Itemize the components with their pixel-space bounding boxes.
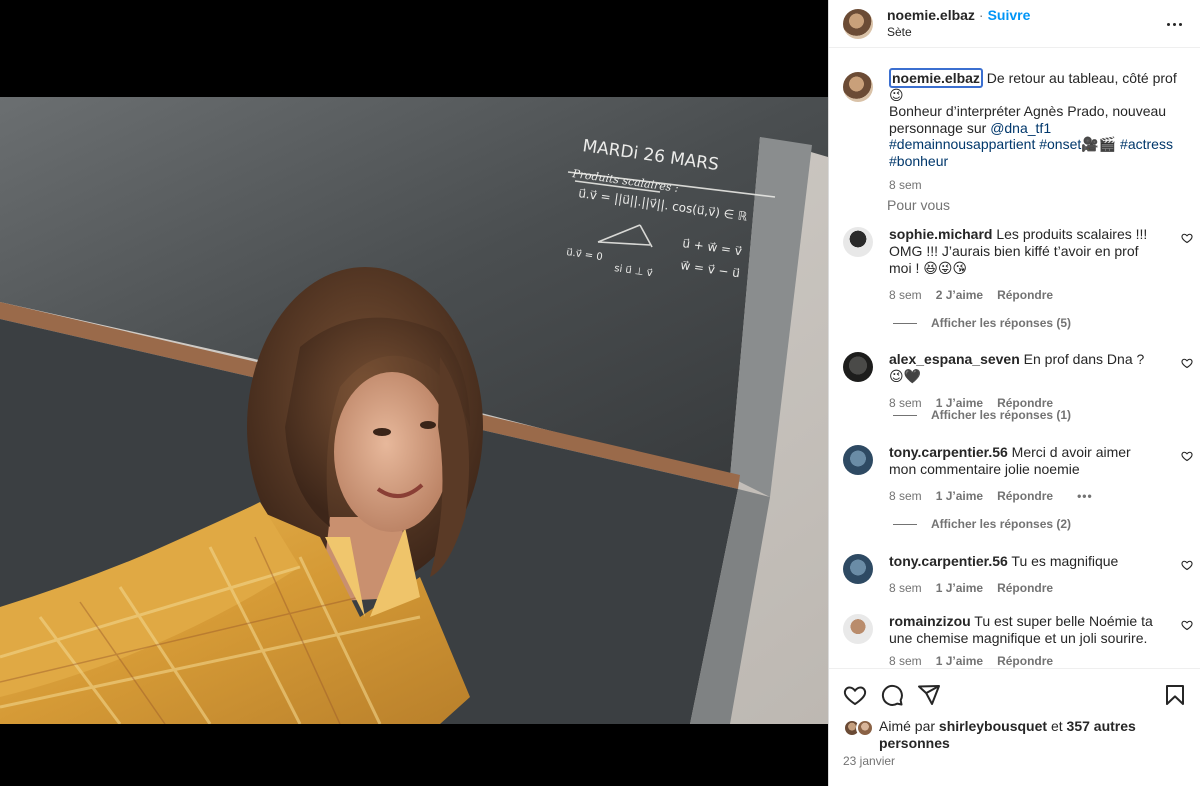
likers-avatars[interactable] (843, 719, 877, 739)
post-date[interactable]: 23 janvier (843, 754, 895, 768)
view-replies-label: Afficher les réponses (5) (931, 316, 1072, 330)
post-location[interactable]: Sète (887, 24, 1030, 40)
post-sidebar: noemie.elbaz · Suivre Sète noemie.elbaz De… (828, 0, 1200, 786)
more-options-icon[interactable] (1164, 14, 1184, 34)
like-comment-icon[interactable] (1181, 357, 1193, 369)
post-actions (829, 668, 1200, 716)
comment-likes[interactable]: 1 J’aime (936, 488, 983, 505)
comment-likes[interactable]: 2 J’aime (936, 287, 983, 304)
caption-avatar[interactable] (843, 72, 873, 102)
author-username[interactable]: noemie.elbaz (887, 7, 975, 23)
selfie-chalkboard-image: MARDi 26 MARS Produits scalaires : u⃗.v⃗… (0, 97, 828, 724)
likes-summary: Aimé par shirleybousquet et 357 autres p… (843, 718, 1188, 752)
section-label: Pour vous (887, 197, 951, 213)
comment: tony.carpentier.56 Tu es magnifique 8 se… (843, 553, 1193, 597)
comment-likes[interactable]: 1 J’aime (936, 580, 983, 597)
comment: tony.carpentier.56 Merci d avoir aimer m… (843, 444, 1193, 505)
likes-prefix: Aimé par (879, 718, 939, 734)
author-avatar[interactable] (843, 8, 873, 39)
likes-middle: et (1047, 718, 1067, 734)
header-separator: · (978, 7, 984, 23)
caption-text: noemie.elbaz De retour au tableau, côté … (889, 68, 1179, 169)
commenter-avatar[interactable] (843, 614, 873, 644)
like-comment-icon[interactable] (1181, 619, 1193, 631)
share-icon[interactable] (917, 683, 941, 707)
post-header: noemie.elbaz · Suivre Sète (829, 0, 1200, 48)
comment-username[interactable]: tony.carpentier.56 (889, 444, 1008, 460)
mention-link[interactable]: @dna_tf1 (990, 120, 1051, 136)
reply-button[interactable]: Répondre (997, 488, 1053, 505)
liker-username[interactable]: shirleybousquet (939, 718, 1047, 734)
comment-username[interactable]: romainzizou (889, 613, 971, 629)
comment-age: 8 sem (889, 581, 922, 595)
comment: romainzizou Tu est super belle Noémie ta… (843, 613, 1193, 670)
comment-age: 8 sem (889, 288, 922, 302)
commenter-avatar[interactable] (843, 352, 873, 382)
comment-username[interactable]: alex_espana_seven (889, 351, 1020, 367)
instagram-post-modal: MARDi 26 MARS Produits scalaires : u⃗.v⃗… (0, 0, 1200, 786)
comment: alex_espana_seven En prof dans Dna ? 😉🖤 … (843, 351, 1193, 412)
author-info: noemie.elbaz · Suivre Sète (887, 7, 1030, 40)
caption-emojis: 🎥🎬 (1081, 136, 1117, 152)
post-media: MARDi 26 MARS Produits scalaires : u⃗.v⃗… (0, 0, 828, 786)
caption-age: 8 sem (889, 178, 922, 192)
reply-button[interactable]: Répondre (997, 580, 1053, 597)
view-replies-button[interactable]: Afficher les réponses (2) (893, 517, 1071, 531)
hashtag-link[interactable]: #demainnousappartient (889, 136, 1035, 152)
comment: sophie.michard Les produits scalaires !!… (843, 226, 1193, 304)
comment-username[interactable]: sophie.michard (889, 226, 992, 242)
hashtag-link[interactable]: #bonheur (889, 153, 948, 169)
view-replies-button[interactable]: Afficher les réponses (1) (893, 408, 1071, 422)
follow-button[interactable]: Suivre (988, 7, 1031, 23)
commenter-avatar[interactable] (843, 445, 873, 475)
commenter-avatar[interactable] (843, 554, 873, 584)
comment-icon[interactable] (880, 683, 904, 707)
view-replies-button[interactable]: Afficher les réponses (5) (893, 316, 1071, 330)
view-replies-label: Afficher les réponses (2) (931, 517, 1072, 531)
comment-text: Tu es magnifique (1007, 553, 1119, 569)
comment-age: 8 sem (889, 489, 922, 503)
like-comment-icon[interactable] (1181, 559, 1193, 571)
comment-username[interactable]: tony.carpentier.56 (889, 553, 1008, 569)
hashtag-link[interactable]: #onset (1039, 136, 1081, 152)
reply-button[interactable]: Répondre (997, 287, 1053, 304)
view-replies-label: Afficher les réponses (1) (931, 408, 1072, 422)
like-comment-icon[interactable] (1181, 232, 1193, 244)
post-photo[interactable]: MARDi 26 MARS Produits scalaires : u⃗.v⃗… (0, 97, 828, 724)
commenter-avatar[interactable] (843, 227, 873, 257)
caption-username[interactable]: noemie.elbaz (889, 68, 983, 88)
save-icon[interactable] (1163, 683, 1187, 707)
comment-more-icon[interactable]: ••• (1077, 488, 1093, 505)
like-icon[interactable] (843, 683, 867, 707)
post-caption: noemie.elbaz De retour au tableau, côté … (843, 68, 1188, 194)
like-comment-icon[interactable] (1181, 450, 1193, 462)
hashtag-link[interactable]: #actress (1120, 136, 1173, 152)
